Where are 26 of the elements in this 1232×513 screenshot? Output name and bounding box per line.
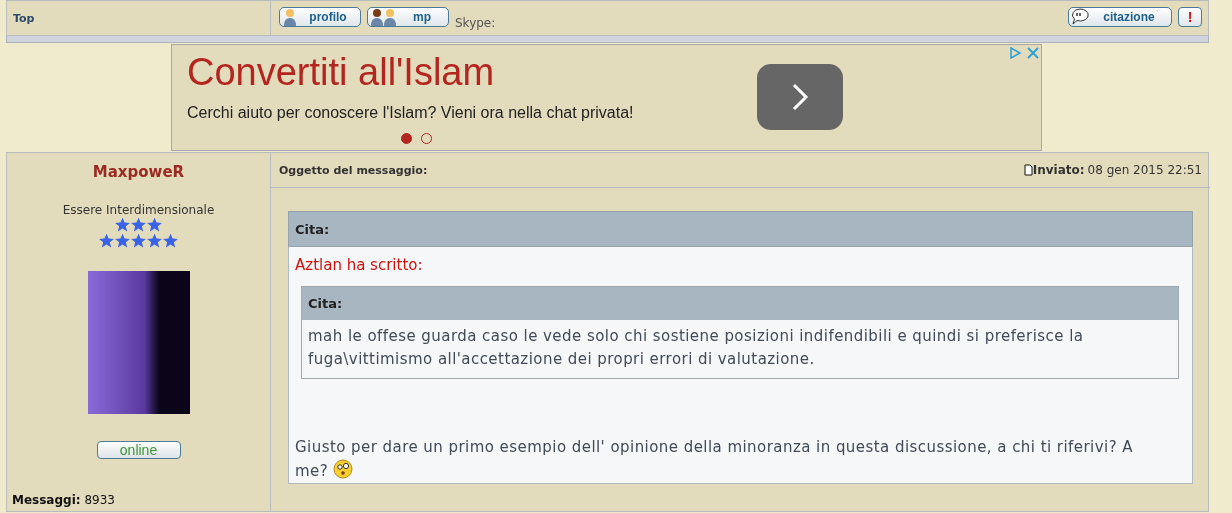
online-status-button[interactable]: online — [96, 441, 181, 459]
quote-title: Cita: — [302, 287, 1178, 320]
close-icon[interactable] — [1025, 45, 1041, 61]
next-button[interactable] — [757, 64, 843, 130]
chevron-right-icon — [791, 82, 809, 112]
author-name[interactable]: MaxpoweR — [92, 163, 185, 181]
quote-author: Aztlan ha scritto: — [295, 256, 423, 274]
speech-bubble-icon — [1071, 8, 1091, 26]
post-count: Messaggi: 8933 — [12, 493, 115, 507]
ad-text: Cerchi aiuto per conoscere l'Islam? Vieni ora nella chat privata! — [187, 104, 635, 122]
user-rank: Essere Interdimensionale — [62, 203, 215, 217]
ad-headline[interactable]: Convertiti all'Islam — [187, 51, 737, 94]
smiley-icon — [333, 459, 354, 479]
private-message-button[interactable]: mp — [367, 7, 449, 27]
carousel-dot[interactable] — [401, 133, 412, 144]
skype-label: Skype: — [455, 16, 496, 30]
subject-label: Oggetto del messaggio: — [279, 163, 429, 177]
profile-button[interactable]: profilo — [279, 7, 361, 27]
document-icon — [1023, 164, 1033, 176]
ad-info-icon[interactable] — [1007, 45, 1023, 61]
report-button[interactable]: ! — [1178, 7, 1202, 27]
post-date: Inviato: 08 gen 2015 22:51 — [1032, 163, 1202, 177]
top-link[interactable]: Top — [13, 11, 35, 25]
quote-title: Cita: — [288, 211, 1193, 247]
message-text: Giusto per dare un primo esempio dell' opinione della minoranza in questa discussione, a chi ti riferivi? A me? — [295, 437, 1134, 482]
quote-button[interactable]: citazione — [1068, 7, 1172, 27]
